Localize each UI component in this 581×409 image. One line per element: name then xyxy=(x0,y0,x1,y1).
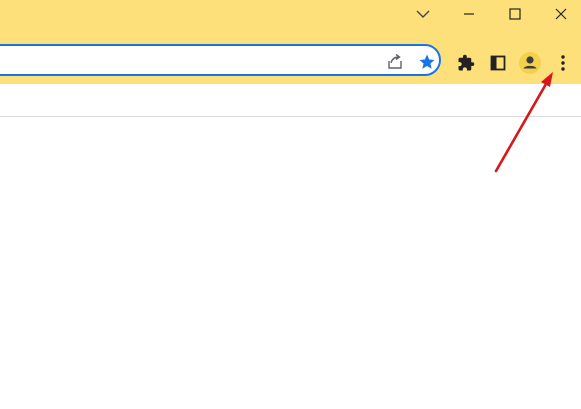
minimize-icon xyxy=(464,13,474,15)
side-panel-button[interactable] xyxy=(484,49,512,77)
kebab-menu-icon xyxy=(561,55,565,71)
page-content xyxy=(0,117,581,409)
address-bar[interactable] xyxy=(0,44,441,76)
star-icon xyxy=(419,54,435,69)
close-button[interactable] xyxy=(538,0,581,28)
close-icon xyxy=(555,8,567,20)
extensions-button[interactable] xyxy=(452,49,480,77)
bookmarks-bar xyxy=(0,84,581,117)
title-bar xyxy=(0,0,581,41)
bookmark-button[interactable] xyxy=(417,52,437,72)
side-panel-icon xyxy=(490,55,506,71)
share-icon xyxy=(388,53,402,69)
maximize-icon xyxy=(509,8,521,20)
menu-button[interactable] xyxy=(549,49,577,77)
chevron-down-icon xyxy=(416,10,430,18)
toolbar xyxy=(0,41,581,84)
tab-search-button[interactable] xyxy=(400,0,446,28)
share-button[interactable] xyxy=(385,52,405,72)
maximize-button[interactable] xyxy=(492,0,538,28)
minimize-button[interactable] xyxy=(446,0,492,28)
avatar-icon xyxy=(519,52,541,74)
puzzle-icon xyxy=(458,54,475,71)
profile-button[interactable] xyxy=(516,49,544,77)
